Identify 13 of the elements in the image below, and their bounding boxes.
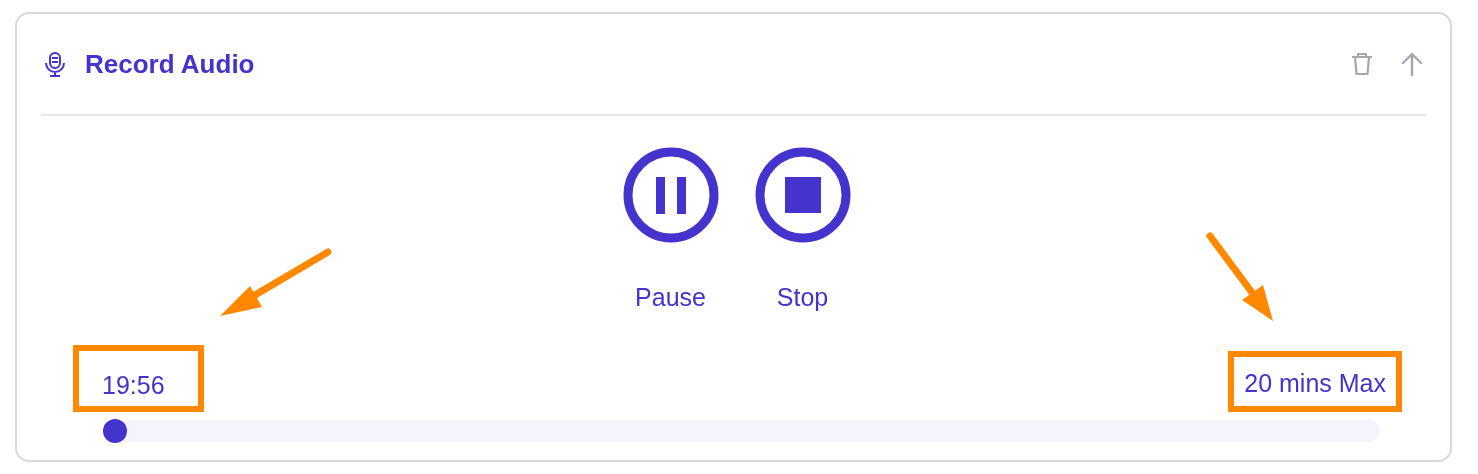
microphone-icon — [43, 51, 67, 77]
max-duration: 20 mins Max — [1244, 370, 1386, 396]
control-label: Pause — [635, 282, 706, 313]
trash-icon — [1350, 51, 1374, 77]
stop-icon — [754, 147, 851, 243]
elapsed-time: 19:56 — [102, 372, 165, 398]
control-label: Stop — [776, 282, 829, 313]
progress-thumb[interactable] — [103, 418, 127, 443]
stop-button[interactable] — [754, 147, 851, 243]
arrow-up-icon — [1400, 51, 1424, 77]
pause-button[interactable] — [622, 147, 719, 243]
panel-title: Record Audio — [85, 47, 255, 81]
pause-icon — [622, 147, 719, 243]
